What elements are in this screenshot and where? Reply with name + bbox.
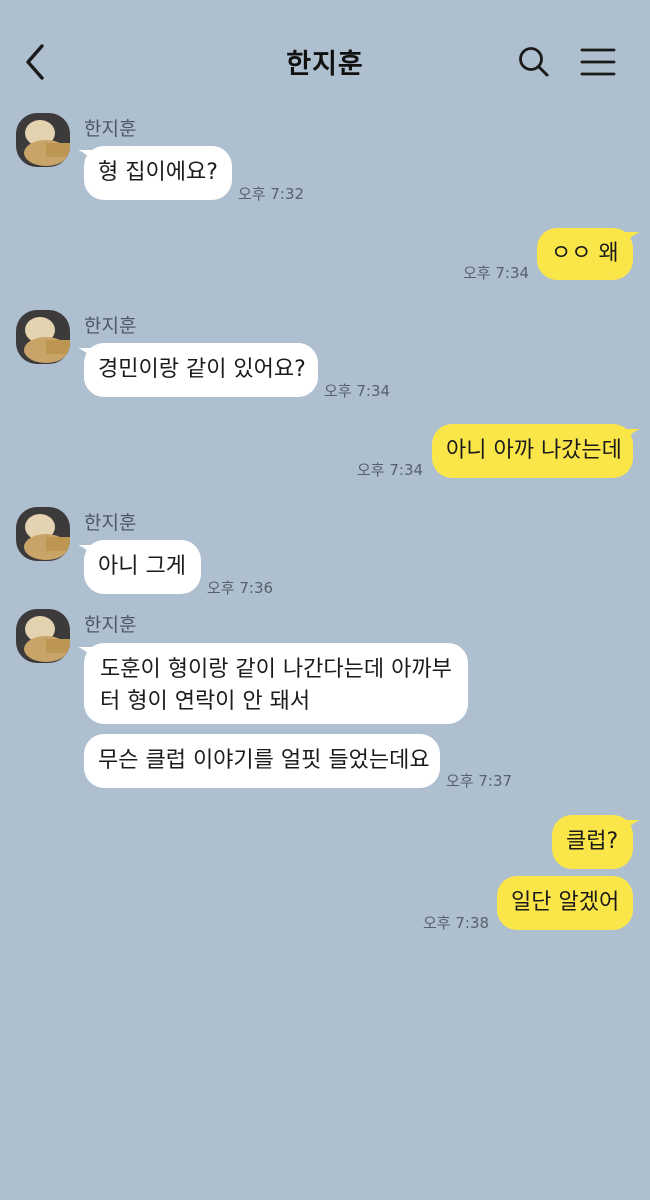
hamburger-menu-icon	[580, 48, 616, 76]
message-text-line: 터 형이 연락이 안 돼서	[100, 689, 311, 714]
profile-photo-icon	[16, 507, 70, 561]
sender-avatar[interactable]	[16, 310, 70, 364]
bubble-tail	[624, 232, 640, 246]
message-bubble[interactable]: 아니 아까 나갔는데	[432, 424, 633, 478]
sender-name: 한지훈	[84, 512, 137, 534]
bubble-tail	[624, 429, 640, 443]
message-time: 오후 7:36	[207, 579, 274, 597]
message-text: 클럽?	[566, 829, 619, 854]
message-bubble[interactable]: 일단 알겠어	[497, 876, 633, 930]
message-bubble[interactable]: 아니 그게	[84, 540, 201, 594]
message-text: 아니 그게	[98, 554, 186, 579]
message-bubble[interactable]: 경민이랑 같이 있어요?	[84, 343, 318, 397]
search-button[interactable]	[516, 44, 552, 80]
message-text: 일단 알겠어	[511, 890, 620, 915]
message-time: 오후 7:34	[324, 382, 391, 400]
chat-title: 한지훈	[286, 49, 364, 80]
message-time: 오후 7:32	[238, 185, 305, 203]
message-text: 형 집이에요?	[98, 160, 218, 185]
message-bubble[interactable]: 도훈이 형이랑 같이 나간다는데 아까부 터 형이 연락이 안 돼서	[84, 643, 468, 724]
sender-avatar[interactable]	[16, 609, 70, 663]
message-text: 아니 아까 나갔는데	[446, 438, 622, 463]
sender-name: 한지훈	[84, 315, 137, 337]
sender-avatar[interactable]	[16, 507, 70, 561]
profile-photo-icon	[16, 113, 70, 167]
message-time: 오후 7:38	[423, 914, 490, 932]
search-icon	[519, 47, 549, 77]
sender-name: 한지훈	[84, 614, 137, 636]
message-text-line: 도훈이 형이랑 같이 나간다는데 아까부	[100, 657, 452, 682]
message-bubble[interactable]: 형 집이에요?	[84, 146, 232, 200]
message-time: 오후 7:34	[357, 461, 424, 479]
message-bubble[interactable]: ㅇㅇ 왜	[537, 228, 633, 280]
message-time: 오후 7:37	[446, 772, 513, 790]
message-time: 오후 7:34	[463, 264, 530, 282]
profile-photo-icon	[16, 310, 70, 364]
sender-name: 한지훈	[84, 118, 137, 140]
message-text: 무슨 클럽 이야기를 얼핏 들었는데요	[98, 748, 430, 773]
menu-button[interactable]	[578, 44, 618, 80]
message-bubble[interactable]: 클럽?	[552, 815, 633, 869]
chat-header: 한지훈	[0, 0, 650, 110]
message-bubble[interactable]: 무슨 클럽 이야기를 얼핏 들었는데요	[84, 734, 440, 788]
message-text: 경민이랑 같이 있어요?	[98, 357, 306, 382]
profile-photo-icon	[16, 609, 70, 663]
bubble-tail	[624, 820, 640, 834]
sender-avatar[interactable]	[16, 113, 70, 167]
message-text: ㅇㅇ 왜	[551, 241, 619, 266]
